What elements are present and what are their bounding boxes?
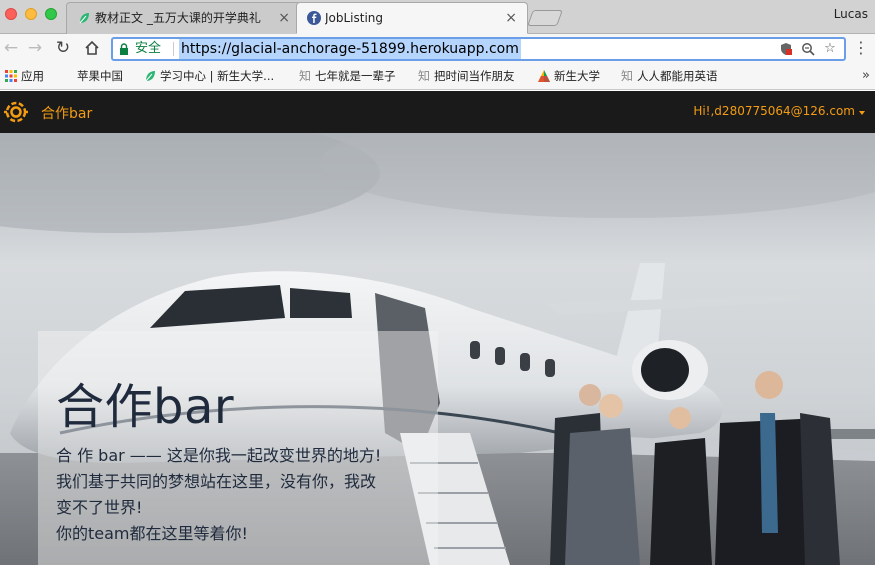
close-tab-icon[interactable]: ×: [278, 3, 290, 34]
bookmarks-bar: 应用 苹果中国 学习中心 | 新生大学... 知 七年就是一辈子 知 把时间当作…: [0, 64, 875, 90]
menu-dots-icon[interactable]: ⋮: [853, 37, 869, 59]
leaf-icon: [145, 71, 155, 82]
hero-line: 变不了世界!: [56, 498, 143, 517]
new-tab-button[interactable]: [527, 10, 563, 26]
bookmark-label: 人人都能用英语: [637, 69, 718, 83]
bookmark-label: 新生大学: [554, 69, 600, 83]
bookmark-apps[interactable]: 应用: [4, 68, 44, 84]
tab-title: 教材正文 _五万大课的开学典礼 |: [95, 11, 265, 25]
bookmark-label: 应用: [21, 69, 44, 83]
close-tab-icon[interactable]: ×: [505, 3, 517, 33]
bookmark-seven-years[interactable]: 知 七年就是一辈子: [298, 68, 396, 84]
hero-description: 合 作 bar —— 这是你我一起改变世界的地方! 我们基于共同的梦想站在这里，…: [56, 443, 436, 547]
address-bar[interactable]: 安全 https://glacial-anchorage-51899.herok…: [111, 37, 846, 61]
chevron-down-icon[interactable]: [859, 111, 865, 115]
bookmark-label: 苹果中国: [77, 69, 123, 83]
zhihu-icon: 知: [417, 69, 430, 83]
bookmark-time-friend[interactable]: 知 把时间当作朋友: [417, 68, 515, 84]
forward-arrow-icon[interactable]: →: [24, 37, 46, 59]
more-bookmarks-icon[interactable]: »: [862, 68, 870, 83]
apps-grid-icon: [5, 70, 17, 82]
close-window-button[interactable]: [5, 8, 17, 20]
minimize-window-button[interactable]: [25, 8, 37, 20]
reload-icon[interactable]: ↻: [52, 37, 74, 59]
bookmark-learning-center[interactable]: 学习中心 | 新生大学...: [143, 68, 274, 84]
star-icon[interactable]: ☆: [822, 40, 838, 58]
profile-name[interactable]: Lucas: [834, 7, 868, 21]
zhihu-icon: 知: [298, 69, 311, 83]
back-arrow-icon[interactable]: ←: [0, 37, 22, 59]
leaf-icon: [79, 13, 89, 24]
divider: [173, 42, 174, 56]
bookmark-english[interactable]: 知 人人都能用英语: [620, 68, 718, 84]
hero-line: 我们基于共同的梦想站在这里，没有你，我改: [56, 472, 377, 491]
security-label: 安全: [135, 41, 162, 56]
brand-name[interactable]: 合作bar: [41, 103, 92, 123]
browser-tab-strip: 教材正文 _五万大课的开学典礼 | × JobListing × Lucas: [0, 0, 875, 34]
zoom-icon[interactable]: [800, 40, 816, 58]
apple-icon: [60, 69, 74, 83]
home-icon[interactable]: [81, 37, 103, 59]
triangle-logo-icon: [538, 70, 550, 82]
browser-toolbar: ← → ↻ 安全 https://glacial-anchorage-51899…: [0, 34, 875, 64]
bookmark-new-university[interactable]: 新生大学: [537, 68, 600, 84]
facebook-icon: [307, 11, 321, 25]
bookmark-apple[interactable]: 苹果中国: [60, 68, 123, 84]
bookmark-label: 学习中心 | 新生大学...: [160, 69, 275, 83]
bookmark-label: 七年就是一辈子: [315, 69, 396, 83]
hero-banner: 合作bar 合 作 bar —— 这是你我一起改变世界的地方! 我们基于共同的梦…: [0, 133, 875, 565]
user-menu[interactable]: Hi!,d280775064@126.com: [693, 104, 855, 118]
tab-title: JobListing: [325, 11, 384, 25]
bookmark-label: 把时间当作朋友: [434, 69, 515, 83]
tab-joblisting[interactable]: JobListing ×: [296, 2, 528, 34]
hero-line: 你的team都在这里等着你!: [56, 524, 248, 543]
tab-textbook[interactable]: 教材正文 _五万大课的开学典礼 | ×: [66, 2, 301, 34]
shield-icon[interactable]: [778, 40, 794, 58]
url-text[interactable]: https://glacial-anchorage-51899.herokuap…: [179, 39, 521, 59]
app-navbar: 合作bar Hi!,d280775064@126.com: [0, 91, 875, 133]
lock-icon: [120, 43, 128, 55]
hero-title: 合作bar: [56, 379, 235, 435]
hero-card: 合作bar 合 作 bar —— 这是你我一起改变世界的地方! 我们基于共同的梦…: [38, 331, 438, 565]
zoom-window-button[interactable]: [45, 8, 57, 20]
hero-line: 合 作 bar —— 这是你我一起改变世界的地方!: [56, 446, 382, 465]
zhihu-icon: 知: [620, 69, 633, 83]
brand-logo-icon[interactable]: [3, 99, 29, 125]
